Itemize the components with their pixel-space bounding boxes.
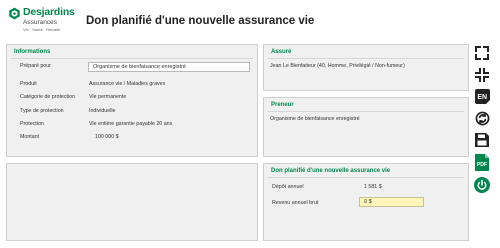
brand-tagline: Vie · Santé · Retraite: [23, 27, 61, 32]
revenu-annuel-label: Revenu annuel brut: [272, 200, 319, 206]
prepare-pour-input[interactable]: [88, 62, 250, 72]
refresh-icon[interactable]: [473, 109, 491, 127]
preneur-value: Organisme de bienfaisance enregistré: [270, 116, 360, 122]
language-label: EN: [477, 94, 487, 101]
produit-value: Assurance vie / Maladies graves: [89, 81, 166, 87]
don-title: Don planifié d'une nouvelle assurance vi…: [271, 168, 391, 174]
desjardins-logo: Desjardins Assurances Vie · Santé · Retr…: [8, 5, 75, 41]
depot-annuel-label: Dépôt annuel: [272, 184, 304, 190]
expand-icon[interactable]: [473, 44, 491, 62]
revenu-annuel-field[interactable]: 0 $: [359, 197, 424, 207]
assure-title: Assuré: [271, 49, 292, 55]
protection-value: Vie entière garantie payable 20 ans: [89, 121, 173, 127]
categorie-value: Vie permanente: [89, 94, 127, 100]
informations-title: Informations: [14, 49, 51, 55]
pdf-label: PDF: [477, 162, 487, 168]
informations-panel: Informations Préparé pour Produit Assura…: [6, 44, 258, 157]
assure-panel: Assuré Jean Le Bienfaiteur (40, Homme, P…: [263, 44, 469, 91]
produit-label: Produit: [20, 81, 37, 87]
empty-panel: [6, 163, 258, 241]
divider: [268, 58, 464, 59]
protection-label: Protection: [20, 121, 44, 127]
pdf-icon[interactable]: PDF: [473, 153, 491, 171]
preneur-panel: Preneur Organisme de bienfaisance enregi…: [263, 97, 469, 157]
language-en-icon[interactable]: EN: [473, 87, 491, 105]
categorie-label: Catégorie de protection: [20, 94, 76, 100]
power-icon[interactable]: [473, 176, 491, 194]
montant-value: 100 000 $: [95, 134, 119, 140]
divider: [11, 58, 253, 59]
brand-sub: Assurances: [23, 19, 57, 26]
save-icon[interactable]: [473, 131, 491, 149]
assure-value: Jean Le Bienfaiteur (40, Homme, Privilég…: [270, 63, 405, 69]
divider: [268, 111, 464, 112]
prepare-pour-label: Préparé pour: [20, 63, 51, 69]
don-panel: Don planifié d'une nouvelle assurance vi…: [263, 163, 469, 241]
depot-annuel-value: 1 581 $: [364, 184, 382, 190]
desjardins-hexagon-icon: [9, 7, 20, 20]
montant-label: Montant: [20, 134, 40, 140]
type-protection-label: Type de protection: [20, 108, 64, 114]
collapse-icon[interactable]: [473, 66, 491, 84]
page-title: Don planifié d'une nouvelle assurance vi…: [86, 15, 315, 27]
divider: [268, 177, 464, 178]
preneur-title: Preneur: [271, 102, 294, 108]
brand-name: Desjardins: [23, 6, 75, 18]
type-protection-value: Individuelle: [89, 108, 116, 114]
